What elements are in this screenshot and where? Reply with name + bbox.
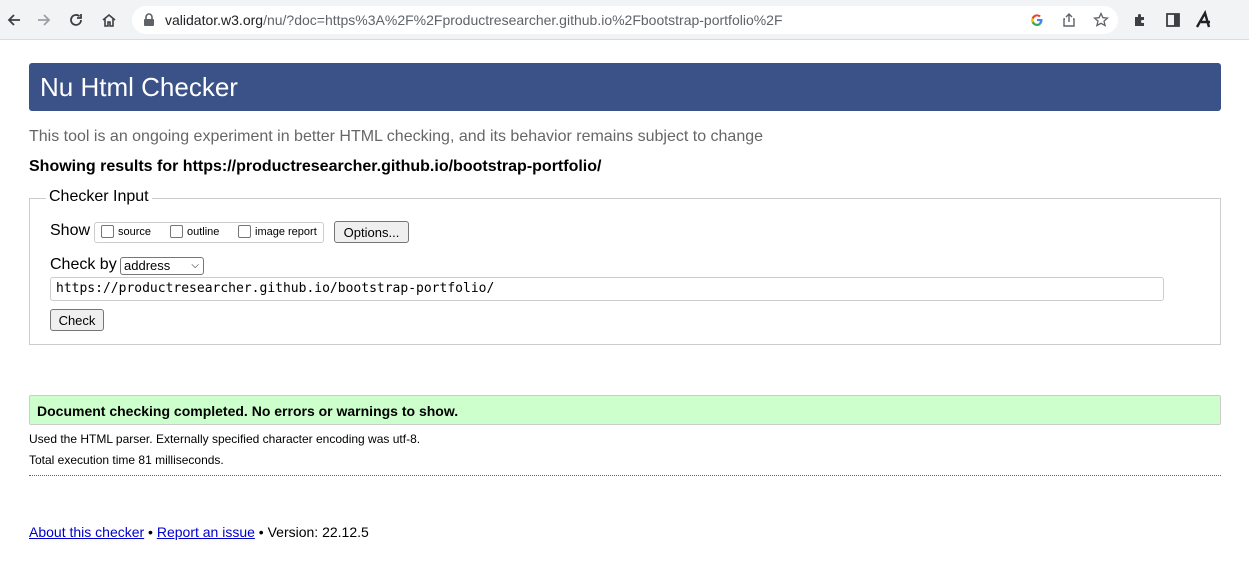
- footer-separator: •: [144, 524, 157, 540]
- checkbox-box[interactable]: [238, 225, 251, 238]
- reload-icon[interactable]: [64, 8, 88, 32]
- google-icon[interactable]: [1028, 11, 1046, 29]
- checker-input-legend: Checker Input: [46, 188, 152, 206]
- results-for-heading: Showing results for https://productresea…: [29, 158, 602, 175]
- back-icon[interactable]: [2, 8, 26, 32]
- check-by-label: Check by: [50, 256, 117, 273]
- source-checkbox[interactable]: source: [101, 225, 151, 238]
- options-button[interactable]: Options...: [334, 221, 409, 243]
- checkbox-box[interactable]: [170, 225, 183, 238]
- home-icon[interactable]: [97, 8, 121, 32]
- success-message: Document checking completed. No errors o…: [37, 403, 459, 419]
- share-icon[interactable]: [1060, 11, 1078, 29]
- forward-icon[interactable]: [32, 8, 56, 32]
- page-subtitle: This tool is an ongoing experiment in be…: [29, 128, 764, 145]
- version-text: • Version: 22.12.5: [254, 524, 369, 540]
- divider: [29, 475, 1221, 476]
- address-bar[interactable]: validator.w3.org/nu/?doc=https%3A%2F%2Fp…: [132, 6, 1118, 34]
- document-url-input[interactable]: https://productresearcher.github.io/boot…: [50, 277, 1164, 301]
- chevron-down-icon: ⌵: [191, 260, 199, 271]
- report-issue-link[interactable]: Report an issue: [157, 524, 255, 540]
- page-title: Nu Html Checker: [40, 72, 238, 102]
- url-host: validator.w3.org: [165, 12, 264, 28]
- about-link[interactable]: About this checker: [29, 524, 144, 540]
- check-by-value: address: [124, 258, 171, 273]
- checkbox-label: source: [118, 225, 152, 238]
- execution-time: Total execution time 81 milliseconds.: [29, 453, 224, 467]
- url-path: /nu/?doc=https%3A%2F%2Fproductresearcher…: [263, 12, 783, 28]
- show-label: Show: [50, 222, 91, 239]
- parser-note: Used the HTML parser. Externally specifi…: [29, 432, 421, 446]
- image-report-checkbox[interactable]: image report: [238, 225, 317, 238]
- sidebar-icon[interactable]: [1163, 10, 1183, 30]
- check-by-select[interactable]: address ⌵: [120, 257, 204, 275]
- browser-toolbar: validator.w3.org/nu/?doc=https%3A%2F%2Fp…: [0, 0, 1249, 40]
- checkbox-label: image report: [255, 225, 317, 238]
- checkbox-box[interactable]: [101, 225, 114, 238]
- puzzle-icon[interactable]: [1130, 10, 1150, 30]
- url-text: validator.w3.org/nu/?doc=https%3A%2F%2Fp…: [165, 12, 783, 28]
- success-message-box: Document checking completed. No errors o…: [29, 395, 1221, 425]
- star-icon[interactable]: [1092, 11, 1110, 29]
- lock-icon[interactable]: [140, 11, 158, 29]
- footer: About this checker • Report an issue • V…: [29, 524, 369, 540]
- check-button[interactable]: Check: [50, 309, 104, 331]
- profile-icon[interactable]: [1195, 10, 1215, 30]
- outline-checkbox[interactable]: outline: [170, 225, 219, 238]
- show-options-group: source outline image report: [94, 222, 324, 243]
- checkbox-label: outline: [187, 225, 220, 238]
- checker-input-fieldset: Checker Input Show source outline image …: [29, 188, 1221, 345]
- title-bar: Nu Html Checker: [29, 63, 1221, 111]
